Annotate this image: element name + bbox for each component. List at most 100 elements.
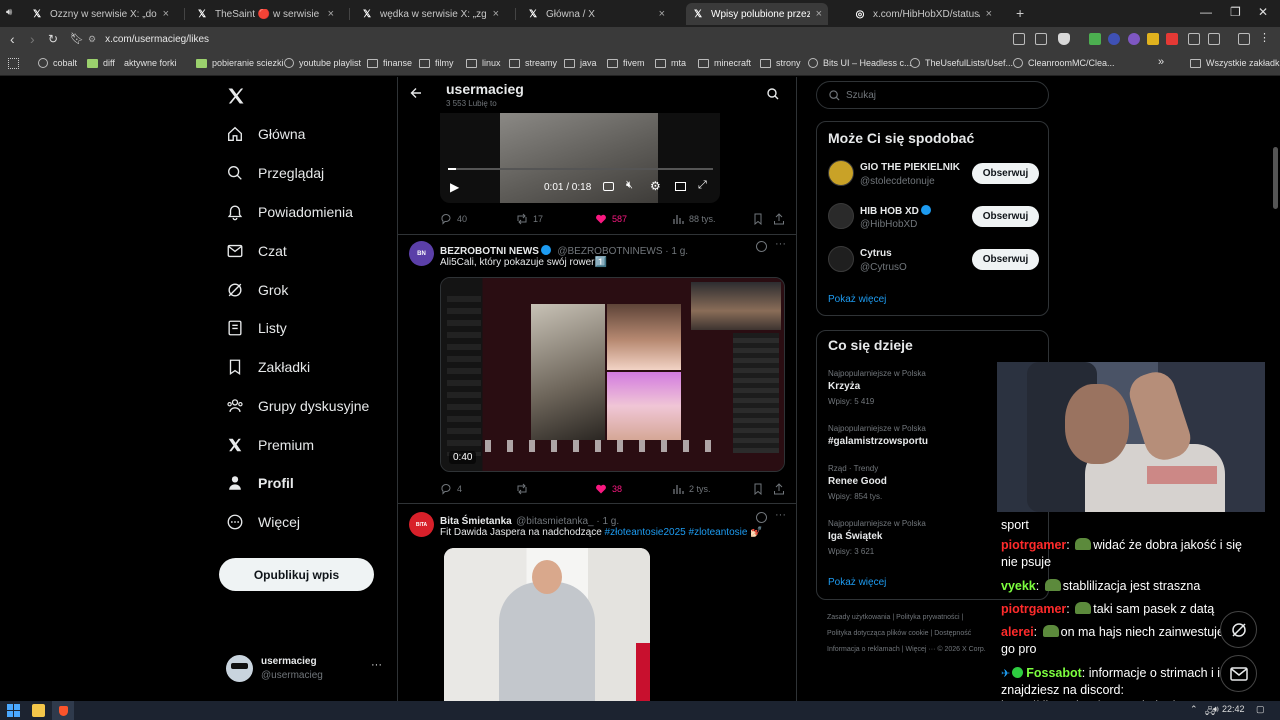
close-tab-icon[interactable]: ×: [653, 8, 665, 20]
bookmark-item[interactable]: streamy: [509, 58, 557, 68]
post-button[interactable]: Opublikuj wpis: [219, 558, 374, 591]
account-switcher[interactable]: usermacieg @usermacieg ···: [226, 655, 386, 685]
search-icon[interactable]: [767, 87, 779, 105]
footer-links[interactable]: Informacja o reklamach | Więcej ··· © 20…: [827, 646, 986, 653]
footer-links[interactable]: Zasady użytkowania | Polityka prywatnośc…: [827, 614, 963, 621]
browser-tab[interactable]: 𝕏 TheSaint 🔴 w serwisie X: „Ale dzisiaj×: [190, 3, 340, 25]
captions-icon[interactable]: [603, 182, 614, 191]
suggested-user-name[interactable]: GIO THE PIEKIELNIK: [860, 162, 960, 173]
bookmark-item[interactable]: java: [564, 58, 597, 68]
extension-icon[interactable]: [1108, 33, 1120, 45]
bookmark-item[interactable]: minecraft: [698, 58, 751, 68]
author-handle[interactable]: @BEZROBOTNINEWS · 1 g.: [557, 246, 688, 257]
bookmark-item[interactable]: youtube playlist: [284, 58, 361, 68]
close-tab-icon[interactable]: ×: [487, 8, 499, 20]
share-icon[interactable]: [1035, 33, 1047, 45]
repost-button[interactable]: [516, 483, 533, 495]
close-tab-icon[interactable]: ×: [322, 8, 334, 20]
bookmark-button[interactable]: [752, 483, 769, 495]
reply-button[interactable]: 40: [440, 213, 467, 225]
tweet[interactable]: BN BEZROBOTNI NEWS @BEZROBOTNINEWS · 1 g…: [398, 235, 796, 503]
settings-icon[interactable]: ⚙︎: [650, 179, 661, 193]
bookmark-item[interactable]: CleanroomMC/Clea...: [1013, 58, 1115, 68]
follow-button[interactable]: Obserwuj: [972, 206, 1039, 227]
close-tab-icon[interactable]: ×: [157, 8, 169, 20]
avatar[interactable]: [828, 203, 854, 229]
x-logo-icon[interactable]: [226, 86, 246, 106]
bookmark-item[interactable]: TheUsefulLists/Usef...: [910, 58, 1013, 68]
video-player[interactable]: ▶ 0:01 / 0:18 🔇︎ ⚙︎ ⤢: [440, 113, 720, 203]
back-icon[interactable]: ‹: [10, 31, 15, 47]
nav-item-grok[interactable]: Grok: [226, 281, 288, 299]
grok-icon[interactable]: [756, 512, 767, 523]
bookmark-item[interactable]: finanse: [367, 58, 412, 68]
follow-button[interactable]: Obserwuj: [972, 163, 1039, 184]
forward-icon[interactable]: ›: [30, 31, 35, 47]
brave-browser-icon[interactable]: [52, 701, 74, 720]
nav-item-list[interactable]: Listy: [226, 319, 287, 337]
video-progress-bar[interactable]: [448, 168, 713, 170]
restore-button[interactable]: ❐: [1230, 5, 1241, 19]
more-icon[interactable]: ···: [775, 238, 786, 250]
mute-icon[interactable]: 🔇︎: [626, 179, 633, 192]
fullscreen-icon[interactable]: ⤢: [698, 179, 707, 192]
bookmark-item[interactable]: linux: [466, 58, 501, 68]
show-more-link[interactable]: Pokaż więcej: [828, 294, 886, 305]
play-icon[interactable]: ▶: [450, 180, 459, 194]
windows-start-icon[interactable]: [7, 704, 20, 717]
bookmark-item[interactable]: mta: [655, 58, 686, 68]
scrollbar-thumb[interactable]: [1273, 147, 1278, 209]
extension-icon[interactable]: [1147, 33, 1159, 45]
search-input[interactable]: Szukaj: [816, 81, 1049, 109]
nav-item-home[interactable]: Główna: [226, 125, 305, 143]
tab-audio-icon[interactable]: 🔊︎: [6, 7, 12, 18]
sidebar-icon[interactable]: [1208, 33, 1220, 45]
bookmark-item[interactable]: Bits UI – Headless c...: [808, 58, 912, 68]
messages-fab[interactable]: [1220, 655, 1257, 692]
bookmark-button[interactable]: [752, 213, 769, 225]
extension-icon[interactable]: [1166, 33, 1178, 45]
nav-item-bell[interactable]: Powiadomienia: [226, 203, 353, 221]
bookmark-page-icon[interactable]: 🔖︎: [70, 32, 84, 45]
bookmark-item[interactable]: fivem: [607, 58, 645, 68]
nav-item-x[interactable]: Premium: [226, 436, 314, 454]
tweet[interactable]: BITA Bita Śmietanka @bitasmietanka_ · 1 …: [398, 504, 796, 701]
close-tab-icon[interactable]: ×: [810, 8, 822, 20]
reload-icon[interactable]: ↻: [48, 32, 58, 46]
pip-icon[interactable]: [675, 182, 686, 191]
notification-icon[interactable]: ▢: [1256, 704, 1265, 715]
apps-grid-icon[interactable]: [8, 58, 19, 69]
hashtag-link[interactable]: #złoteantosie2025 #zloteantosie: [605, 527, 748, 538]
share-button[interactable]: [773, 213, 790, 225]
nav-item-mail[interactable]: Czat: [226, 242, 287, 260]
follow-button[interactable]: Obserwuj: [972, 249, 1039, 270]
url-field[interactable]: ⚙︎ x.com/usermacieg/likes: [88, 29, 1008, 50]
reply-button[interactable]: 4: [440, 483, 462, 495]
author-name[interactable]: BEZROBOTNI NEWS: [440, 246, 539, 257]
file-explorer-icon[interactable]: [32, 704, 45, 717]
bookmark-item[interactable]: aktywne forki: [124, 58, 177, 68]
browser-tab[interactable]: ◎ x.com/HibHobXD/status/20100695×: [848, 3, 998, 25]
views-button[interactable]: 2 tys.: [672, 483, 711, 495]
media-icon[interactable]: [1238, 33, 1250, 45]
minimize-button[interactable]: —: [1200, 5, 1212, 19]
extension-icon[interactable]: [1089, 33, 1101, 45]
avatar[interactable]: [828, 160, 854, 186]
close-tab-icon[interactable]: ×: [980, 8, 992, 20]
site-settings-icon[interactable]: ⚙︎: [88, 34, 96, 45]
nav-item-search[interactable]: Przeglądaj: [226, 164, 324, 182]
suggested-user-name[interactable]: Cytrus: [860, 248, 892, 259]
bookmarks-overflow-button[interactable]: »: [1158, 56, 1164, 68]
more-icon[interactable]: ···: [775, 509, 786, 521]
bookmark-item[interactable]: strony: [760, 58, 801, 68]
bookmark-item[interactable]: cobalt: [38, 58, 77, 68]
back-arrow-icon[interactable]: [410, 86, 422, 104]
grok-fab[interactable]: [1220, 611, 1257, 648]
nav-item-bookmark[interactable]: Zakładki: [226, 358, 310, 376]
bookmark-item[interactable]: diff: [87, 58, 115, 68]
menu-icon[interactable]: ⋮: [1259, 31, 1271, 44]
grok-icon[interactable]: [756, 241, 767, 252]
bookmark-item[interactable]: filmy: [419, 58, 454, 68]
new-tab-button[interactable]: +: [1016, 5, 1024, 21]
volume-icon[interactable]: 🔊︎: [1213, 704, 1219, 715]
